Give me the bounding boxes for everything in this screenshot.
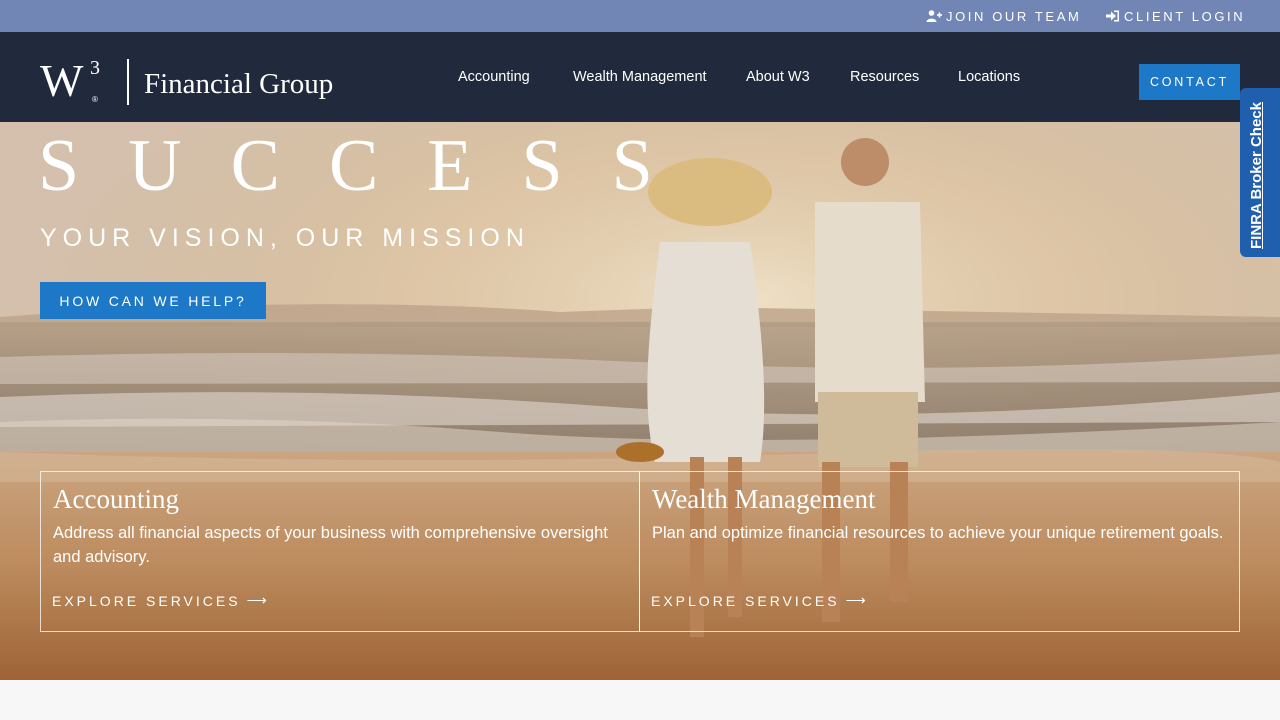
accounting-card-description: Address all financial aspects of your bu… <box>53 524 608 566</box>
nav-item-about-w3[interactable]: About W3 <box>746 32 810 122</box>
accounting-explore-services-link[interactable]: EXPLORE SERVICES ⟶ <box>52 592 267 609</box>
nav-item-accounting[interactable]: Accounting <box>458 32 530 122</box>
below-fold-section <box>0 680 1280 720</box>
finra-broker-check-tab[interactable]: FINRA Broker Check <box>1240 88 1280 257</box>
accounting-card-title: Accounting <box>53 484 179 514</box>
nav-item-resources[interactable]: Resources <box>850 32 919 122</box>
nav-item-wealth-management[interactable]: Wealth Management <box>573 32 707 122</box>
wealth-management-card-description: Plan and optimize financial resources to… <box>652 524 1224 542</box>
top-utility-bar: JOIN OUR TEAM CLIENT LOGIN <box>0 0 1280 32</box>
explore-services-label: EXPLORE SERVICES <box>651 592 840 609</box>
client-login-label: CLIENT LOGIN <box>1124 8 1246 24</box>
wealth-management-card: Wealth Management Plan and optimize fina… <box>639 471 1240 632</box>
contact-button[interactable]: CONTACT <box>1139 64 1240 100</box>
hero-title: SUCCESS <box>38 125 702 207</box>
join-our-team-label: JOIN OUR TEAM <box>946 8 1082 24</box>
main-nav: Accounting Wealth Management About W3 Re… <box>0 32 1280 122</box>
arrow-right-icon: ⟶ <box>845 592 866 608</box>
join-our-team-link[interactable]: JOIN OUR TEAM <box>926 0 1081 32</box>
page: JOIN OUR TEAM CLIENT LOGIN W 3 ® Financi… <box>0 0 1280 720</box>
explore-services-label: EXPLORE SERVICES <box>52 592 241 609</box>
accounting-card: Accounting Address all financial aspects… <box>40 471 640 632</box>
client-login-link[interactable]: CLIENT LOGIN <box>1106 0 1245 32</box>
wealth-management-explore-services-link[interactable]: EXPLORE SERVICES ⟶ <box>651 592 866 609</box>
finra-broker-check-label: FINRA Broker Check <box>1248 102 1265 249</box>
how-can-we-help-button[interactable]: HOW CAN WE HELP? <box>40 282 266 319</box>
hero-subtitle: YOUR VISION, OUR MISSION <box>40 224 530 252</box>
sign-in-icon <box>1106 10 1119 22</box>
wealth-management-card-title: Wealth Management <box>652 484 876 514</box>
nav-item-locations[interactable]: Locations <box>958 32 1020 122</box>
user-plus-icon <box>926 10 942 22</box>
arrow-right-icon: ⟶ <box>246 592 267 608</box>
